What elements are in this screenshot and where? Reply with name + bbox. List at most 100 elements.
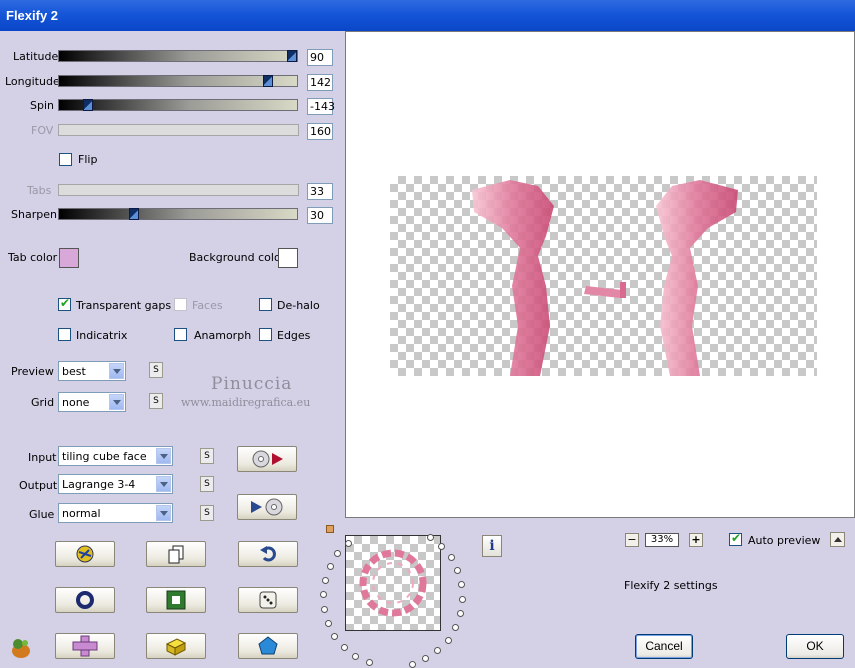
navigator-dot[interactable] [438, 543, 446, 551]
navigator-dot[interactable] [352, 652, 360, 660]
zoom-in-button[interactable]: + [689, 533, 703, 547]
longitude-value[interactable]: 142 [307, 74, 333, 91]
grid-select-value: none [62, 396, 90, 409]
background-color-swatch[interactable] [278, 248, 298, 268]
ring-shape-button[interactable] [55, 587, 115, 613]
copy-button[interactable] [146, 541, 206, 567]
latitude-slider[interactable] [58, 50, 298, 62]
input-select-value: tiling cube face [62, 450, 147, 463]
navigator-dot[interactable] [459, 595, 467, 603]
input-select[interactable]: tiling cube face [58, 446, 173, 466]
navigator-dot[interactable] [321, 576, 329, 584]
edges-checkbox[interactable] [259, 328, 272, 341]
input-s-button[interactable]: S [200, 448, 214, 464]
ok-button[interactable]: OK [786, 634, 844, 659]
edges-label: Edges [277, 329, 311, 342]
navigator-dot[interactable] [447, 554, 455, 562]
navigator-dot[interactable] [326, 562, 334, 570]
output-select-value: Lagrange 3-4 [62, 478, 136, 491]
glue-select[interactable]: normal [58, 503, 173, 523]
settings-label: Flexify 2 settings [624, 579, 718, 592]
longitude-slider-thumb[interactable] [263, 75, 273, 87]
check-mark-icon: ✔ [731, 531, 742, 545]
navigator-dot[interactable] [426, 534, 434, 542]
cancel-button[interactable]: Cancel [635, 634, 693, 659]
load-input-button[interactable] [237, 446, 297, 472]
glue-select-value: normal [62, 507, 101, 520]
grid-select[interactable]: none [58, 392, 126, 412]
navigator-dot[interactable] [334, 550, 342, 558]
preview-select-label: Preview [11, 365, 54, 378]
save-output-button[interactable] [237, 494, 297, 520]
sharpen-slider-thumb[interactable] [129, 208, 139, 220]
output-s-button[interactable]: S [200, 476, 214, 492]
transparent-gaps-checkbox[interactable]: ✔ [58, 296, 71, 311]
sharpen-label: Sharpen [11, 208, 57, 221]
navigator-dot[interactable] [452, 624, 460, 632]
glue-select-label: Glue [29, 508, 55, 521]
grid-s-button[interactable]: S [149, 393, 163, 409]
main-preview-panel[interactable] [345, 31, 855, 518]
navigator-dot[interactable] [454, 567, 462, 575]
navigator-dot[interactable] [320, 605, 328, 613]
output-select[interactable]: Lagrange 3-4 [58, 474, 173, 494]
glue-s-button[interactable]: S [200, 505, 214, 521]
latitude-slider-thumb[interactable] [287, 50, 297, 62]
navigator-dot[interactable] [434, 647, 442, 655]
navigator-dot-ring [310, 525, 475, 668]
navigator-dot[interactable] [422, 655, 430, 663]
brick-button[interactable] [146, 633, 206, 659]
tabs-label: Tabs [27, 184, 52, 197]
navigator-dot[interactable] [319, 591, 327, 599]
navigator-dot[interactable] [365, 659, 373, 667]
preview-select-value: best [62, 365, 86, 378]
chevron-down-icon [156, 448, 171, 464]
check-mark-icon: ✔ [60, 296, 71, 310]
navigator-dot[interactable] [331, 632, 339, 640]
info-button[interactable]: i [482, 535, 502, 557]
spin-slider-thumb[interactable] [83, 99, 93, 111]
anamorph-label: Anamorph [194, 329, 252, 342]
navigator-dot[interactable] [340, 643, 348, 651]
square-frame-button[interactable] [146, 587, 206, 613]
flip-checkbox[interactable] [59, 153, 72, 166]
preview-select[interactable]: best [58, 361, 126, 381]
preview-s-button[interactable]: S [149, 362, 163, 378]
navigator-dot[interactable] [408, 660, 416, 668]
fov-value: 160 [307, 123, 333, 140]
randomize-globe-button[interactable] [55, 541, 115, 567]
watermark-url: www.maidiregrafica.eu [181, 396, 311, 409]
navigator-dot[interactable] [324, 619, 332, 627]
indicatrix-checkbox[interactable] [58, 328, 71, 341]
navigator-dot[interactable] [458, 581, 466, 589]
de-halo-checkbox[interactable] [259, 298, 272, 311]
zoom-out-button[interactable]: − [625, 533, 639, 547]
chevron-down-icon [109, 394, 124, 410]
collapse-button[interactable] [830, 532, 845, 547]
tabs-slider [58, 184, 299, 196]
sharpen-slider[interactable] [58, 208, 298, 220]
anamorph-checkbox[interactable] [174, 328, 187, 341]
longitude-slider[interactable] [58, 75, 298, 87]
spin-slider[interactable] [58, 99, 298, 111]
window-title: Flexify 2 [6, 8, 59, 23]
navigator-dot[interactable] [344, 539, 352, 547]
navigator-dot[interactable] [457, 610, 465, 618]
sharpen-value[interactable]: 30 [307, 207, 333, 224]
cross-shape-button[interactable] [55, 633, 115, 659]
dice-icon [259, 591, 277, 609]
fov-label: FOV [31, 124, 54, 137]
tabs-value: 33 [307, 183, 333, 200]
pentagon-icon [258, 636, 278, 655]
pentagon-button[interactable] [238, 633, 298, 659]
navigator-dot[interactable] [444, 636, 452, 644]
latitude-value[interactable]: 90 [307, 49, 333, 66]
spin-value[interactable]: -143 [307, 98, 335, 115]
undo-arrow-icon [260, 546, 276, 562]
random-dice-button[interactable] [238, 587, 298, 613]
tab-color-swatch[interactable] [59, 248, 79, 268]
cross-icon [72, 635, 98, 657]
undo-button[interactable] [238, 541, 298, 567]
title-bar: Flexify 2 [0, 0, 855, 31]
auto-preview-checkbox[interactable]: ✔ [729, 531, 742, 546]
